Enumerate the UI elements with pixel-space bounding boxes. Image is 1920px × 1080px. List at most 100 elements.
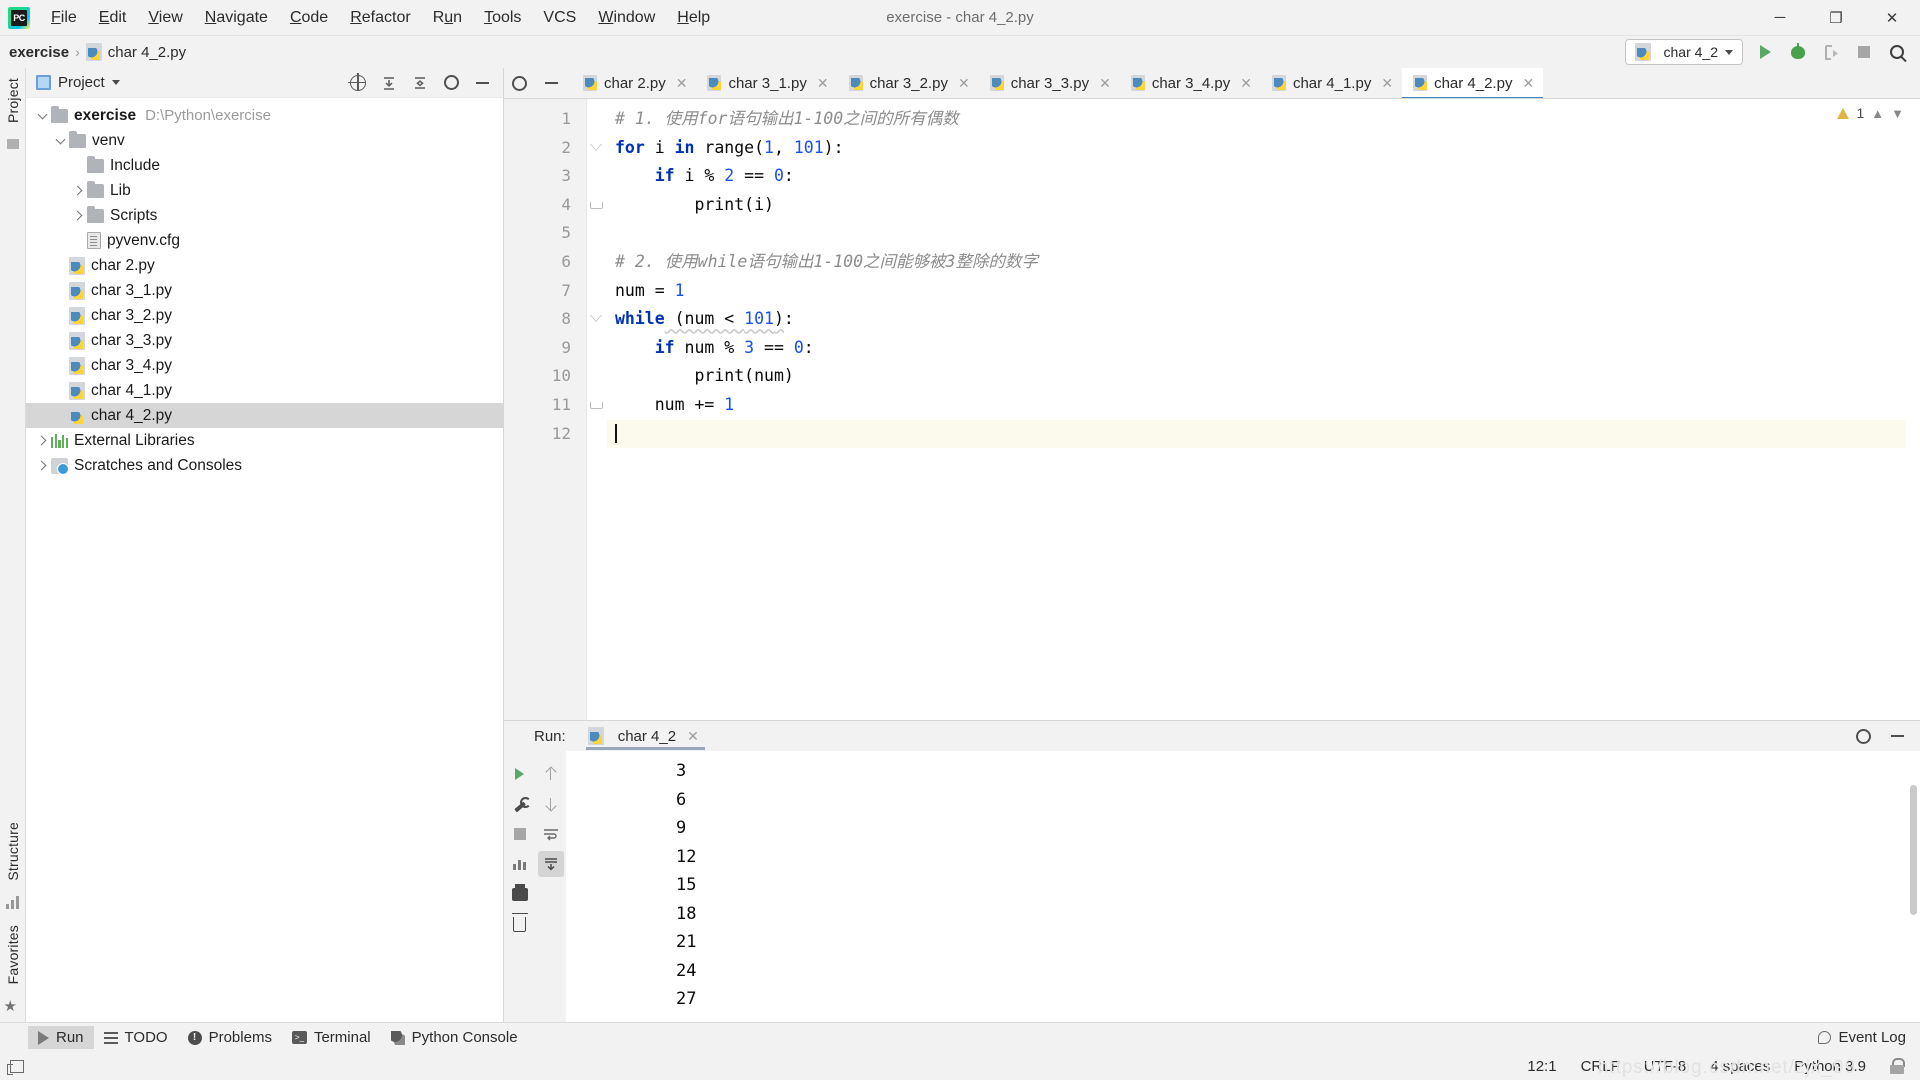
menu-refactor[interactable]: Refactor (339, 4, 421, 32)
run-console-output[interactable]: 3 6 9 12 15 18 21 24 27 (566, 751, 1920, 1022)
tree-node[interactable]: Scratches and Consoles (26, 453, 503, 478)
code-line[interactable]: if num % 3 == 0: (607, 334, 1920, 363)
code-line[interactable] (607, 219, 1920, 248)
tree-node[interactable]: char 4_1.py (26, 378, 503, 403)
run-configuration-selector[interactable]: char 4_2 (1624, 39, 1743, 65)
collapse-all-icon[interactable] (411, 74, 429, 92)
menu-view[interactable]: View (137, 4, 193, 32)
chevron-up-icon[interactable]: ▲ (1871, 106, 1884, 121)
editor-tab[interactable]: char 3_3.py ✕ (979, 68, 1120, 98)
expand-arrow-icon[interactable] (70, 182, 87, 199)
menu-code[interactable]: Code (279, 4, 339, 32)
menu-navigate[interactable]: Navigate (194, 4, 279, 32)
bar-chart-icon[interactable] (507, 851, 533, 877)
settings-icon[interactable] (442, 74, 460, 92)
down-icon[interactable] (538, 791, 564, 817)
expand-arrow-icon[interactable] (70, 207, 87, 224)
lock-icon[interactable] (1890, 1058, 1905, 1074)
chevron-down-icon[interactable]: ▼ (1891, 106, 1904, 121)
close-icon[interactable]: ✕ (1522, 76, 1534, 90)
hide-panel-icon[interactable] (473, 74, 491, 92)
editor-tabs[interactable]: char 2.py ✕ char 3_1.py ✕ char 3_2.py ✕ char 3… (504, 68, 1920, 99)
star-icon[interactable]: ★ (4, 997, 22, 1015)
tree-node[interactable]: char 2.py (26, 253, 503, 278)
code-line[interactable]: if i % 2 == 0: (607, 162, 1920, 191)
close-button[interactable]: ✕ (1864, 0, 1920, 36)
locate-icon[interactable] (348, 72, 367, 92)
tree-node[interactable]: Include (26, 153, 503, 178)
code-text-area[interactable]: # 1. 使用for语句输出1-100之间的所有偶数 for i in range… (607, 99, 1920, 720)
fold-collapse-icon[interactable] (590, 143, 602, 155)
clear-all-icon[interactable] (507, 911, 533, 937)
tree-node[interactable]: exercise D:\Python\exercise (26, 103, 503, 128)
code-line[interactable]: num += 1 (607, 391, 1920, 420)
collapse-arrow-icon[interactable] (34, 107, 51, 124)
tree-node[interactable]: Scripts (26, 203, 503, 228)
bottom-tab-problems[interactable]: ! Problems (178, 1026, 282, 1049)
expand-arrow-icon[interactable] (34, 457, 51, 474)
close-icon[interactable]: ✕ (817, 76, 829, 90)
code-line[interactable] (607, 419, 1920, 449)
code-line[interactable]: while (num < 101): (607, 305, 1920, 334)
tree-node[interactable]: External Libraries (26, 428, 503, 453)
run-with-coverage-button[interactable] (1820, 41, 1842, 63)
editor-scrollbar[interactable] (1906, 99, 1920, 720)
hide-panel-icon[interactable] (542, 74, 560, 92)
menu-edit[interactable]: Edit (88, 4, 138, 32)
fold-collapse-icon[interactable] (590, 314, 602, 326)
run-button[interactable] (1754, 41, 1776, 63)
close-icon[interactable]: ✕ (1099, 76, 1111, 90)
rail-favorites-label[interactable]: Favorites (5, 915, 21, 992)
settings-icon[interactable] (510, 74, 528, 92)
bottom-tab-python-console[interactable]: Python Console (381, 1026, 528, 1049)
file-encoding[interactable]: UTF-8 (1644, 1058, 1687, 1075)
caret-position[interactable]: 12:1 (1527, 1058, 1556, 1075)
close-icon[interactable]: ✕ (1240, 76, 1252, 90)
console-scrollbar[interactable] (1910, 785, 1917, 915)
project-tree[interactable]: exercise D:\Python\exercise venv Include Lib… (26, 98, 503, 1022)
project-panel-title[interactable]: Project (36, 74, 120, 91)
menu-vcs[interactable]: VCS (532, 4, 587, 32)
code-line[interactable]: num = 1 (607, 277, 1920, 306)
structure-icon[interactable] (4, 894, 22, 910)
close-icon[interactable]: ✕ (687, 729, 699, 743)
close-icon[interactable]: ✕ (676, 76, 688, 90)
tree-node[interactable]: char 3_3.py (26, 328, 503, 353)
code-line[interactable]: print(i) (607, 191, 1920, 220)
python-interpreter[interactable]: Python 3.9 (1794, 1058, 1866, 1075)
line-separator[interactable]: CRLF (1581, 1058, 1620, 1075)
stop-icon[interactable] (507, 821, 533, 847)
hide-panel-icon[interactable] (1888, 727, 1906, 745)
run-tab[interactable]: char 4_2 ✕ (584, 721, 707, 751)
indent-setting[interactable]: 4 spaces (1710, 1058, 1770, 1075)
tree-node[interactable]: char 3_4.py (26, 353, 503, 378)
code-line[interactable]: print(num) (607, 362, 1920, 391)
fold-end-icon[interactable] (590, 197, 603, 209)
bottom-tab-terminal[interactable]: >_ Terminal (282, 1026, 381, 1049)
search-everywhere-icon[interactable] (1886, 41, 1908, 63)
scroll-to-end-icon[interactable] (537, 851, 564, 877)
code-line[interactable]: # 1. 使用for语句输出1-100之间的所有偶数 (607, 105, 1920, 134)
editor-tab[interactable]: char 3_1.py ✕ (696, 68, 837, 98)
event-log-button[interactable]: Event Log (1818, 1029, 1920, 1046)
rail-project-label[interactable]: Project (5, 68, 21, 131)
soft-wrap-icon[interactable] (538, 821, 564, 847)
maximize-button[interactable]: ❐ (1808, 0, 1864, 36)
tree-node[interactable]: pyvenv.cfg (26, 228, 503, 253)
tree-node[interactable]: Lib (26, 178, 503, 203)
print-icon[interactable] (507, 881, 533, 907)
debug-button[interactable] (1787, 41, 1809, 63)
editor-tab[interactable]: char 4_2.py ✕ (1402, 68, 1544, 98)
menu-window[interactable]: Window (587, 4, 666, 32)
bottom-tab-run[interactable]: Run (28, 1026, 94, 1049)
editor-tab[interactable]: char 2.py ✕ (572, 68, 696, 98)
menu-help[interactable]: Help (666, 4, 721, 32)
tree-node[interactable]: char 3_1.py (26, 278, 503, 303)
code-line[interactable]: for i in range(1, 101): (607, 134, 1920, 163)
close-icon[interactable]: ✕ (958, 76, 970, 90)
close-icon[interactable]: ✕ (1381, 76, 1393, 90)
editor-tab[interactable]: char 3_4.py ✕ (1120, 68, 1261, 98)
wrench-icon[interactable] (507, 791, 533, 817)
expand-all-icon[interactable] (380, 74, 398, 92)
code-folding-column[interactable] (587, 99, 607, 720)
